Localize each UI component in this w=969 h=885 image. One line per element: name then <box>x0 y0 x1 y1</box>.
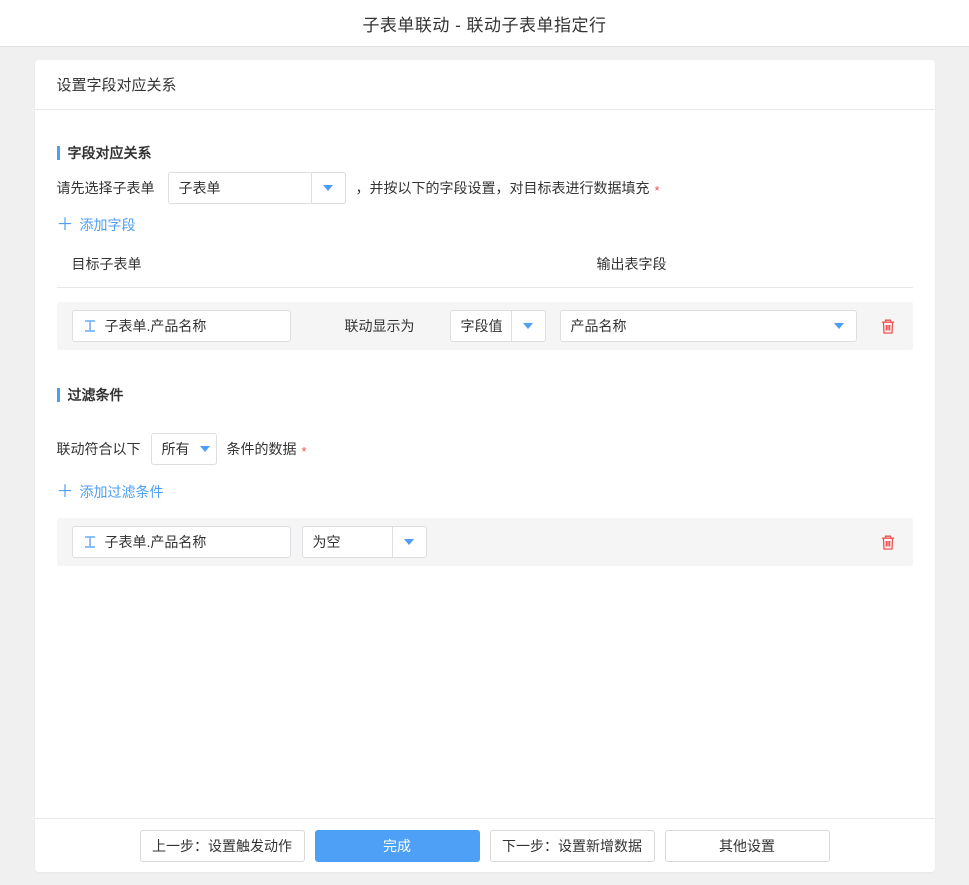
subform-select-caret-box[interactable] <box>311 173 345 203</box>
subform-select-value: 子表单 <box>169 178 311 198</box>
section-marker <box>57 388 60 402</box>
display-mode-select[interactable]: 字段值 <box>450 310 546 342</box>
plus-icon: ＋ <box>57 485 74 499</box>
filter-field-box[interactable]: 子表单.产品名称 <box>72 526 291 558</box>
top-header-bar: 子表单联动 - 联动子表单指定行 <box>0 0 969 47</box>
trash-icon <box>880 318 896 335</box>
output-field-value: 产品名称 <box>561 316 822 336</box>
mapping-row: 子表单.产品名称 联动显示为 字段值 产品名称 <box>57 302 913 350</box>
mapping-description: ，并按以下的字段设置，对目标表进行数据填充 <box>356 178 650 198</box>
card-title: 设置字段对应关系 <box>57 74 177 95</box>
trash-icon <box>880 534 896 551</box>
target-field-value: 子表单.产品名称 <box>105 316 207 336</box>
header-divider <box>57 287 913 288</box>
page-title: 子表单联动 - 联动子表单指定行 <box>362 11 606 36</box>
add-filter-label: 添加过滤条件 <box>80 482 164 502</box>
done-button[interactable]: 完成 <box>315 830 480 862</box>
match-suffix-label: 条件的数据 <box>227 439 297 459</box>
filter-match-row: 联动符合以下 所有 条件的数据 * <box>57 433 913 465</box>
section-filter-label: 过滤条件 <box>68 385 124 405</box>
subform-select-row: 请先选择子表单 子表单 ，并按以下的字段设置，对目标表进行数据填充 * <box>57 172 913 204</box>
settings-card: 设置字段对应关系 字段对应关系 请先选择子表单 子表单 ，并按以下的字段设置，对… <box>35 60 935 872</box>
chevron-down-icon <box>323 185 333 191</box>
filter-operator-caret-box[interactable] <box>392 527 426 557</box>
chevron-down-icon <box>834 323 844 329</box>
chevron-down-icon <box>523 323 533 329</box>
filter-row: 子表单.产品名称 为空 <box>57 518 913 566</box>
output-field-select[interactable]: 产品名称 <box>560 310 857 342</box>
chevron-down-icon <box>200 446 210 452</box>
card-body: 字段对应关系 请先选择子表单 子表单 ，并按以下的字段设置，对目标表进行数据填充… <box>35 110 935 818</box>
display-mode-value: 字段值 <box>451 316 511 336</box>
column-header-target-subform: 目标子表单 <box>57 254 597 274</box>
card-header: 设置字段对应关系 <box>35 60 935 110</box>
link-display-label: 联动显示为 <box>345 316 415 336</box>
filter-field-value: 子表单.产品名称 <box>105 532 207 552</box>
section-field-mapping-title: 字段对应关系 <box>57 143 913 163</box>
section-marker <box>57 146 60 160</box>
match-prefix-label: 联动符合以下 <box>57 439 141 459</box>
chevron-down-icon <box>404 539 414 545</box>
plus-icon: ＋ <box>57 218 74 232</box>
section-filter-title: 过滤条件 <box>57 385 913 405</box>
section-field-mapping-label: 字段对应关系 <box>68 143 152 163</box>
match-mode-caret-box[interactable] <box>194 434 216 464</box>
filter-operator-select[interactable]: 为空 <box>302 526 427 558</box>
filter-operator-value: 为空 <box>303 532 392 552</box>
target-field-box[interactable]: 子表单.产品名称 <box>72 310 291 342</box>
card-footer: 上一步：设置触发动作 完成 下一步：设置新增数据 其他设置 <box>35 818 935 872</box>
prev-step-button[interactable]: 上一步：设置触发动作 <box>140 830 305 862</box>
subform-select[interactable]: 子表单 <box>168 172 346 204</box>
match-mode-select[interactable]: 所有 <box>151 433 217 465</box>
display-mode-caret-box[interactable] <box>511 311 545 341</box>
required-asterisk: * <box>302 444 307 459</box>
column-header-output-field: 输出表字段 <box>597 254 667 274</box>
text-field-icon <box>83 319 97 333</box>
add-field-label: 添加字段 <box>80 215 136 235</box>
mapping-table-headers: 目标子表单 输出表字段 <box>57 254 913 287</box>
required-asterisk: * <box>655 183 660 198</box>
add-filter-button[interactable]: ＋ 添加过滤条件 <box>57 482 164 502</box>
next-step-button[interactable]: 下一步：设置新增数据 <box>490 830 655 862</box>
add-field-button[interactable]: ＋ 添加字段 <box>57 215 136 235</box>
subform-select-label: 请先选择子表单 <box>57 178 155 198</box>
delete-filter-row-button[interactable] <box>878 532 898 553</box>
other-settings-button[interactable]: 其他设置 <box>665 830 830 862</box>
text-field-icon <box>83 535 97 549</box>
match-mode-value: 所有 <box>152 439 194 459</box>
output-field-caret-box[interactable] <box>822 311 856 341</box>
delete-mapping-row-button[interactable] <box>878 316 898 337</box>
